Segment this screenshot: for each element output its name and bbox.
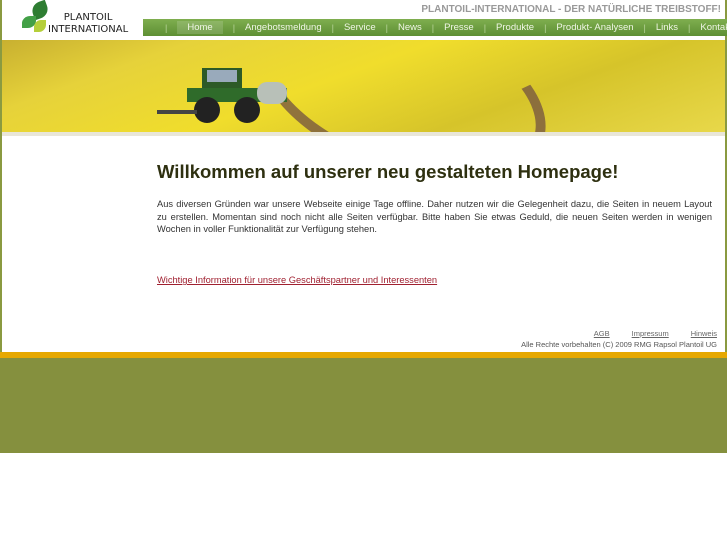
main-nav: | Home | Angebotsmeldung | Service | News | Press…	[143, 19, 727, 36]
nav-separator: |	[643, 22, 646, 33]
nav-item-produkte[interactable]: Produkte	[496, 22, 534, 33]
nav-separator: |	[688, 22, 691, 33]
page-title: Willkommen auf unserer neu gestalteten H…	[157, 161, 619, 182]
nav-separator: |	[544, 22, 547, 33]
nav-item-angebotsmeldung[interactable]: Angebotsmeldung	[245, 22, 322, 33]
nav-item-news[interactable]: News	[398, 22, 422, 33]
footer-link-impressum[interactable]: Impressum	[632, 329, 669, 338]
nav-item-produkt-analysen[interactable]: Produkt- Analysen	[556, 22, 633, 33]
logo-line2: INTERNATIONAL	[48, 24, 129, 35]
nav-separator: |	[232, 22, 236, 33]
intro-text: Aus diversen Gründen war unsere Webseite…	[157, 199, 712, 234]
footer-band	[0, 358, 727, 453]
nav-separator: |	[431, 22, 435, 33]
tractor-image	[157, 68, 287, 123]
logo[interactable]: PLANTOIL INTERNATIONAL	[20, 0, 140, 38]
nav-item-kontakt[interactable]: Kontakt	[700, 22, 727, 33]
page-container: PLANTOIL INTERNATIONAL PLANTOIL-INTERNATI…	[0, 0, 727, 352]
nav-separator: |	[483, 22, 487, 33]
nav-item-home[interactable]: Home	[177, 21, 223, 34]
nav-separator: |	[165, 22, 168, 33]
nav-item-presse[interactable]: Presse	[444, 22, 474, 33]
banner-divider	[2, 132, 725, 136]
nav-separator: |	[385, 22, 388, 33]
nav-item-links[interactable]: Links	[656, 22, 678, 33]
footer-links: AGB Impressum Hinweis	[594, 329, 717, 338]
banner-image	[2, 40, 725, 132]
nav-separator: |	[331, 22, 334, 33]
partner-info-link[interactable]: Wichtige Information für unsere Geschäft…	[157, 275, 437, 285]
slogan: PLANTOIL-INTERNATIONAL - DER NATÜRLICHE …	[421, 4, 721, 15]
leaf-icon	[34, 20, 46, 32]
nav-item-service[interactable]: Service	[344, 22, 376, 33]
footer-link-agb[interactable]: AGB	[594, 329, 610, 338]
footer-link-hinweis[interactable]: Hinweis	[691, 329, 717, 338]
logo-line1: PLANTOIL	[63, 12, 113, 23]
copyright: Alle Rechte vorbehalten (C) 2009 RMG Rap…	[521, 340, 717, 349]
